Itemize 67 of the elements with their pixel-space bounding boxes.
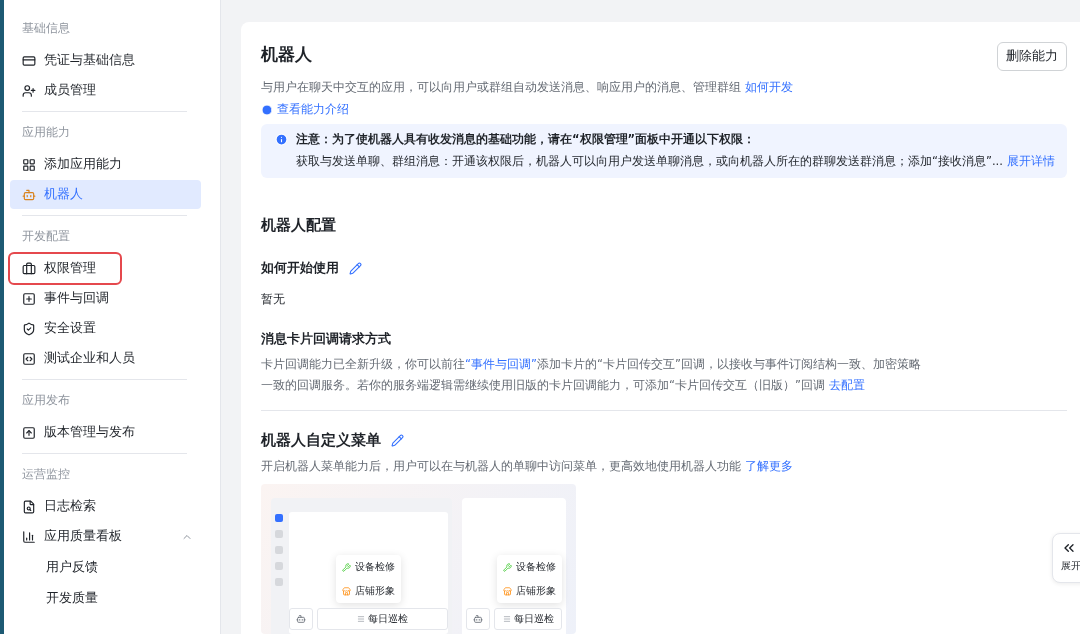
sidebar-item[interactable]: 机器人 [10,180,201,209]
section-title: 机器人自定义菜单 [261,431,381,450]
menu-icon [357,615,365,623]
edit-icon[interactable] [391,434,404,447]
link[interactable]: 如何开发 [744,80,793,94]
sidebar-item[interactable]: 成员管理 [10,76,201,105]
field-title: 如何开始使用 [261,259,339,277]
delete-button[interactable]: 删除能力 [996,42,1067,71]
wrench-icon [503,562,512,572]
menu-option: 店铺形象 [503,582,556,600]
page-title: 机器人 [261,43,312,66]
sidebar-item[interactable]: 版本管理与发布 [10,418,201,447]
menu-option: 设备检修 [342,558,395,576]
link[interactable]: “事件与回调” [465,357,537,371]
menu-option: 设备检修 [503,558,556,576]
shield-check-icon [22,321,36,336]
group-title: 应用发布 [21,392,71,409]
callback-description: 卡片回调能力已全新升级，你可以前往“事件与回调”添加卡片的“卡片回传交互”回调，以接收与事件订阅结构一致、加密策略一致的回调服务。若你的服务端逻辑需继续使用旧版的卡片回调能力，可添加“卡片回传交互（旧版）”回调 去配置 [261,356,922,394]
store-icon [342,586,351,596]
group-title: 运营监控 [21,466,71,483]
link[interactable]: 查看能力介绍 [277,101,349,118]
upload-icon [22,425,36,440]
nav-rail-drawing [275,514,283,586]
robot-icon [296,614,306,624]
group-title: 基础信息 [21,20,71,37]
sidebar-item[interactable]: 测试企业和人员 [10,344,201,373]
sidebar-item[interactable]: 凭证与基础信息 [10,46,201,75]
notice-title: 注意：为了使机器人具有收发消息的基础功能，请在“权限管理”面板中开通以下权限： [296,131,757,148]
user-plus-icon [22,83,36,98]
description: 开启机器人菜单能力后，用户可以在与机器人的单聊中访问菜单，更高效地使用机器人功能 了解更多 [261,458,794,475]
description: 与用户在聊天中交互的应用，可以向用户或群组自动发送消息、响应用户的消息、管理群组 如何开发 [261,79,794,96]
bar-chart-icon [22,529,36,544]
play-icon [261,103,273,116]
sidebar-item[interactable]: 事件与回调 [10,284,201,313]
sidebar-subitem[interactable]: 用户反馈 [10,552,201,583]
card-icon [22,53,36,68]
grid-icon [22,157,36,172]
sidebar-subitem[interactable]: 开发质量 [10,583,201,614]
briefcase-icon [22,261,36,276]
group-title: 应用能力 [21,124,71,141]
robot-icon [473,614,483,624]
sidebar-item[interactable]: 日志检索 [10,492,201,521]
expand-tab[interactable]: 展开 [1052,533,1080,583]
menu-icon [502,615,511,623]
sidebar-item[interactable]: 安全设置 [10,314,201,343]
square-plus-icon [22,291,36,306]
code-icon [22,351,36,366]
field-title: 消息卡片回调请求方式 [261,330,391,348]
menu-bar-item: 每日巡检 [494,608,562,630]
link[interactable]: 了解更多 [744,459,793,473]
sidebar-item[interactable]: 添加应用能力 [10,150,201,179]
section-title: 机器人配置 [261,216,337,235]
link[interactable]: 展开详情 [1006,154,1055,168]
info-icon [275,133,288,146]
notice-text: 获取与发送单聊、群组消息：开通该权限后，机器人可以向用户发送单聊消息，或向机器人所在的群聊发送群消息；添加“接收消息”... 展开详情 [296,153,1055,170]
menu-option: 店铺形象 [342,582,395,600]
edit-icon[interactable] [349,261,362,275]
field-value: 暂无 [261,291,286,308]
group-title: 开发配置 [21,228,71,245]
link[interactable]: 去配置 [828,378,865,392]
wrench-icon [342,562,351,572]
sidebar-item[interactable]: 权限管理 [10,254,120,283]
sidebar-item[interactable]: 应用质量看板 [10,522,201,551]
store-icon [503,586,512,596]
menu-bar-item: 每日巡检 [317,608,448,630]
file-search-icon [22,499,36,514]
robot-icon [22,187,36,202]
